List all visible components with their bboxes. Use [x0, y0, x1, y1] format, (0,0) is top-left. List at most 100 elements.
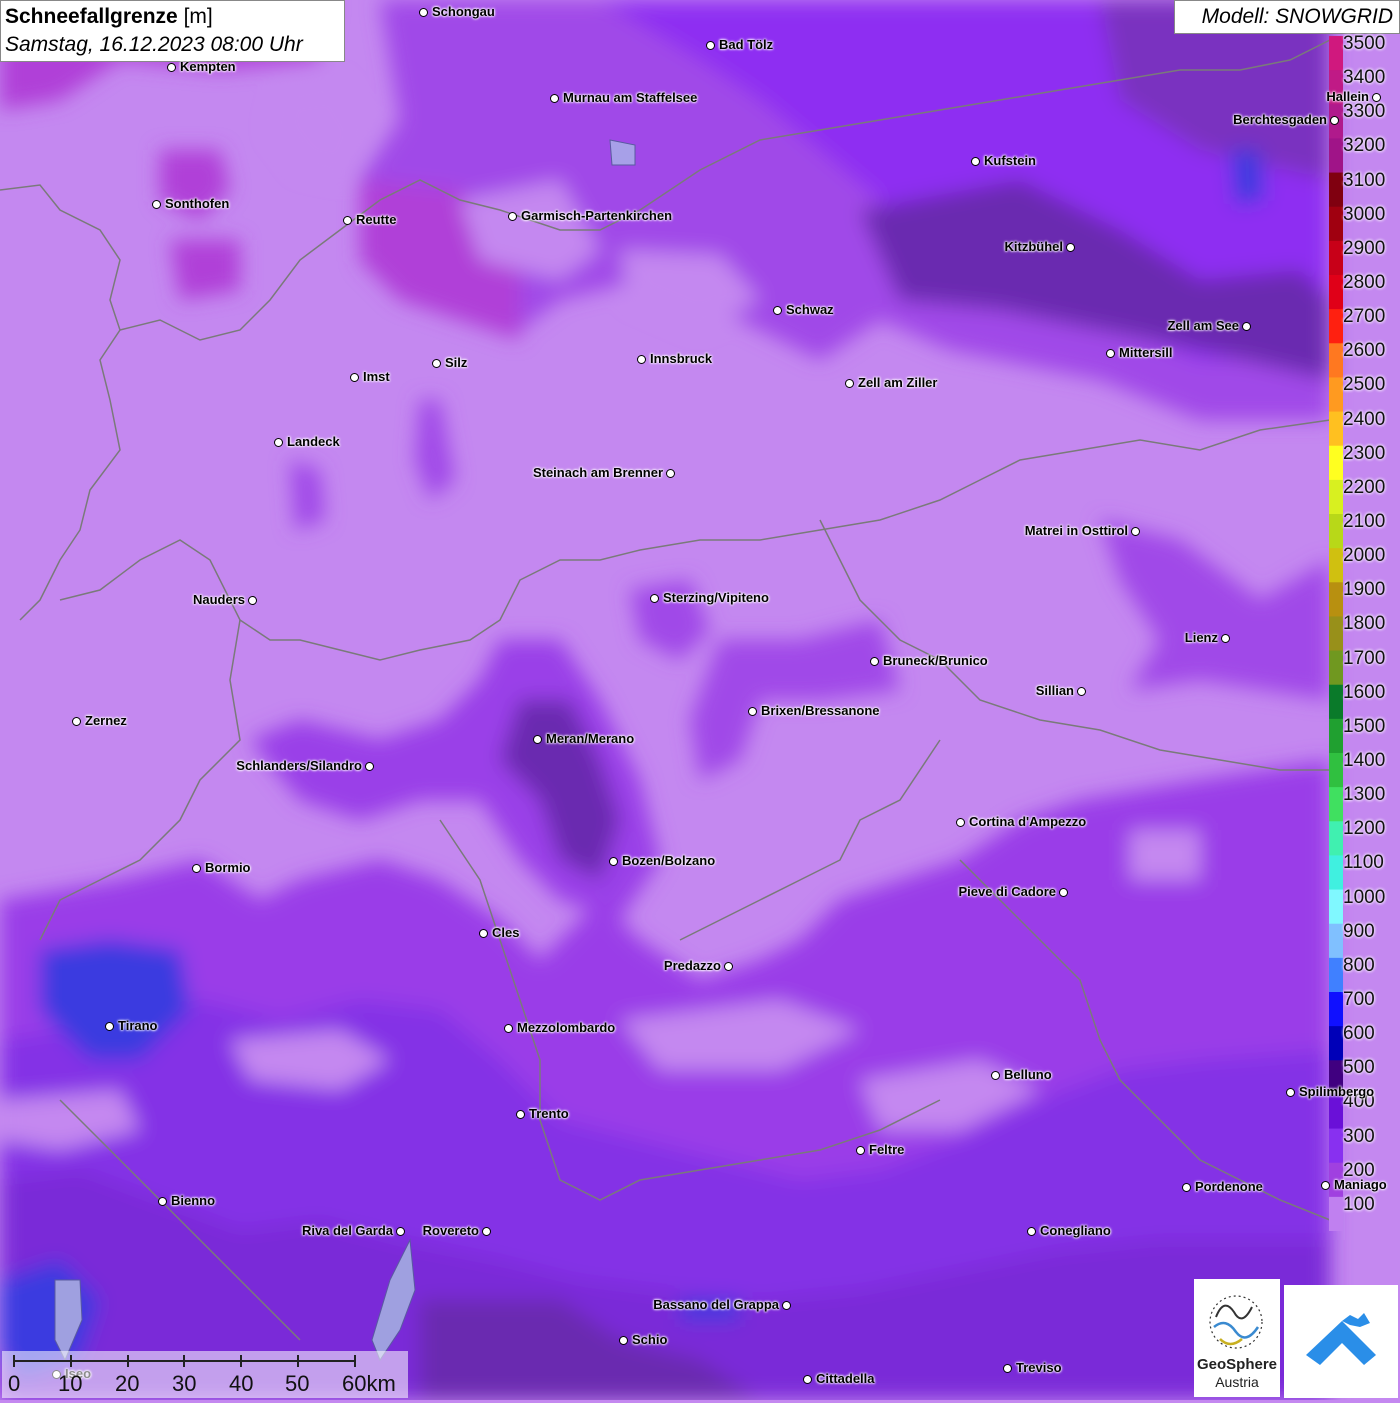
city-marker[interactable]: [724, 962, 733, 971]
legend-label: 900: [1343, 920, 1375, 942]
city-marker[interactable]: [479, 929, 488, 938]
city-marker[interactable]: [870, 657, 879, 666]
city-marker[interactable]: [516, 1110, 525, 1119]
city-label: Berchtesgaden: [1233, 112, 1327, 127]
city-label: Predazzo: [663, 958, 721, 973]
legend-label: 500: [1343, 1057, 1375, 1079]
city-label: Belluno: [1004, 1067, 1052, 1082]
legend-swatch: [1329, 309, 1343, 344]
mountain-arrow-icon: [1306, 1313, 1376, 1365]
legend-swatch: [1329, 582, 1343, 617]
city-label: Bienno: [171, 1193, 216, 1208]
city-marker[interactable]: [274, 438, 283, 447]
legend-label: 3000: [1343, 203, 1386, 225]
city-marker[interactable]: [1286, 1088, 1295, 1097]
legend-swatch: [1329, 1196, 1343, 1231]
city-marker[interactable]: [1059, 888, 1068, 897]
city-marker[interactable]: [1221, 634, 1230, 643]
scale-label: 0: [8, 1371, 21, 1396]
city-label: Mezzolombardo: [517, 1020, 616, 1035]
city-label: Steinach am Brenner: [532, 465, 663, 480]
city-label: Cles: [492, 925, 520, 940]
city-marker[interactable]: [1027, 1227, 1036, 1236]
city-marker[interactable]: [72, 717, 81, 726]
city-label: Rovereto: [422, 1223, 479, 1238]
city-marker[interactable]: [533, 735, 542, 744]
city-marker[interactable]: [508, 212, 517, 221]
city-marker[interactable]: [350, 373, 359, 382]
city-marker[interactable]: [152, 200, 161, 209]
legend-label: 2000: [1343, 545, 1386, 567]
city-marker[interactable]: [396, 1227, 405, 1236]
city-marker[interactable]: [609, 857, 618, 866]
city-marker[interactable]: [365, 762, 374, 771]
city-marker[interactable]: [105, 1022, 114, 1031]
legend-swatch: [1329, 684, 1343, 720]
city-marker[interactable]: [971, 157, 980, 166]
city-marker[interactable]: [1330, 116, 1339, 125]
city-marker[interactable]: [1131, 527, 1140, 536]
city-marker[interactable]: [845, 379, 854, 388]
legend-swatch: [1329, 923, 1343, 959]
legend-label: 1600: [1343, 681, 1386, 703]
legend-swatch: [1329, 138, 1343, 174]
city-marker[interactable]: [803, 1375, 812, 1384]
model-label: Modell: SNOWGRID: [1174, 0, 1400, 34]
legend-label: 700: [1343, 989, 1375, 1010]
legend-label: 2500: [1343, 374, 1386, 396]
city-marker[interactable]: [991, 1071, 1000, 1080]
legend-swatch: [1329, 1026, 1343, 1061]
legend-swatch: [1329, 172, 1343, 208]
city-label: Sterzing/Vipiteno: [663, 590, 769, 605]
city-marker[interactable]: [419, 8, 428, 17]
city-marker[interactable]: [550, 94, 559, 103]
city-marker[interactable]: [167, 63, 176, 72]
city-marker[interactable]: [1321, 1181, 1330, 1190]
city-marker[interactable]: [343, 216, 352, 225]
snowgrid-logo[interactable]: [1284, 1285, 1398, 1398]
legend-label: 3500: [1343, 33, 1386, 54]
city-label: Pordenone: [1195, 1179, 1263, 1194]
city-marker[interactable]: [504, 1024, 513, 1033]
geosphere-logo[interactable]: GeoSphere Austria: [1194, 1279, 1280, 1397]
city-marker[interactable]: [956, 818, 965, 827]
legend-label: 2700: [1343, 306, 1386, 328]
legend-label: 1800: [1343, 613, 1386, 635]
legend-swatch: [1329, 206, 1343, 242]
city-label: Zell am See: [1167, 318, 1239, 333]
city-marker[interactable]: [1106, 349, 1115, 358]
city-marker[interactable]: [1077, 687, 1086, 696]
city-marker[interactable]: [1182, 1183, 1191, 1192]
city-marker[interactable]: [1372, 93, 1381, 102]
city-marker[interactable]: [1003, 1364, 1012, 1373]
city-marker[interactable]: [192, 864, 201, 873]
legend-label: 3100: [1343, 169, 1386, 191]
city-marker[interactable]: [773, 306, 782, 315]
color-legend: [1329, 36, 1343, 1231]
city-marker[interactable]: [1242, 322, 1251, 331]
city-marker[interactable]: [856, 1146, 865, 1155]
city-marker[interactable]: [1066, 243, 1075, 252]
city-label: Schio: [632, 1332, 668, 1347]
city-marker[interactable]: [158, 1197, 167, 1206]
city-marker[interactable]: [650, 594, 659, 603]
city-label: Hallein: [1326, 89, 1369, 104]
city-marker[interactable]: [619, 1336, 628, 1345]
city-label: Pieve di Cadore: [958, 884, 1056, 899]
city-label: Spilimbergo: [1299, 1084, 1375, 1099]
city-marker[interactable]: [666, 469, 675, 478]
city-label: Kitzbühel: [1004, 239, 1064, 254]
city-marker[interactable]: [432, 359, 441, 368]
city-marker[interactable]: [482, 1227, 491, 1236]
city-marker[interactable]: [248, 596, 257, 605]
city-label: Sonthofen: [165, 196, 230, 211]
city-marker[interactable]: [782, 1301, 791, 1310]
legend-swatch: [1329, 240, 1343, 276]
city-marker[interactable]: [637, 355, 646, 364]
scale-bar: 0 10 20 30 40 50 60km: [2, 1351, 408, 1398]
legend-swatch: [1329, 787, 1343, 822]
city-marker[interactable]: [706, 41, 715, 50]
geosphere-emblem-icon: [1209, 1295, 1263, 1349]
city-marker[interactable]: [748, 707, 757, 716]
legend-swatch: [1329, 650, 1343, 686]
